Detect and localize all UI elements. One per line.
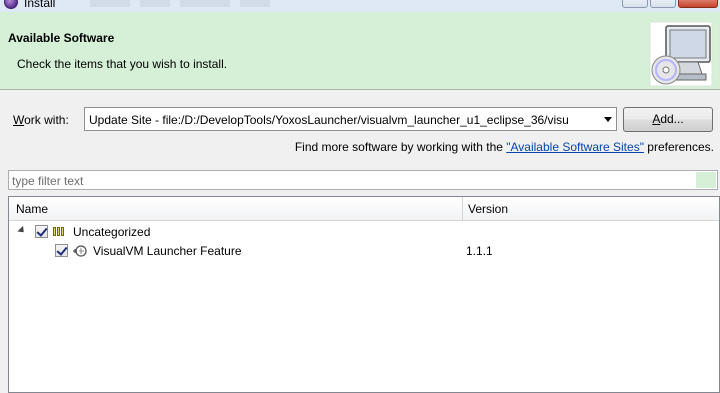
- title-bar: Install: [0, 0, 720, 12]
- clear-filter-icon[interactable]: [696, 172, 716, 188]
- row-label: VisualVM Launcher Feature: [93, 244, 242, 258]
- column-header-name[interactable]: Name: [9, 197, 463, 220]
- work-with-value: Update Site - file:/D:/DevelopTools/Yoxo…: [89, 113, 569, 127]
- banner-heading: Available Software: [8, 31, 115, 45]
- available-software-sites-link[interactable]: "Available Software Sites": [506, 140, 644, 154]
- add-button[interactable]: Add...: [623, 107, 713, 132]
- table-row[interactable]: Uncategorized: [9, 222, 719, 242]
- software-tree[interactable]: Name Version Uncategorized VisualVM Laun…: [8, 196, 720, 393]
- category-icon: [53, 226, 67, 237]
- find-more-text: Find more software by working with the "…: [294, 140, 714, 154]
- feature-plug-icon: [73, 245, 87, 257]
- row-checkbox[interactable]: [35, 225, 48, 238]
- monitor-cd-icon: [649, 21, 713, 87]
- banner-description: Check the items that you wish to install…: [17, 57, 228, 71]
- title-bar-ghost: [90, 0, 130, 7]
- row-version: 1.1.1: [466, 244, 493, 258]
- row-checkbox[interactable]: [55, 244, 68, 257]
- eclipse-icon: [4, 0, 18, 9]
- title-bar-ghost: [140, 0, 170, 7]
- minimize-button[interactable]: [622, 0, 648, 8]
- row-label: Uncategorized: [73, 225, 151, 239]
- header-banner: Available Software Check the items that …: [0, 12, 720, 90]
- chevron-down-icon[interactable]: [604, 117, 612, 122]
- maximize-button[interactable]: [650, 0, 676, 8]
- window-title: Install: [24, 0, 56, 10]
- work-with-combo[interactable]: Update Site - file:/D:/DevelopTools/Yoxo…: [84, 107, 617, 131]
- title-bar-ghost: [240, 0, 270, 7]
- work-with-label: Work with:: [13, 113, 69, 127]
- filter-input[interactable]: type filter text: [8, 170, 718, 190]
- table-row[interactable]: VisualVM Launcher Feature 1.1.1: [9, 241, 719, 261]
- table-header: Name Version: [9, 197, 719, 221]
- close-button[interactable]: [678, 0, 718, 8]
- filter-placeholder: type filter text: [12, 174, 84, 188]
- expand-triangle-icon[interactable]: [17, 225, 27, 236]
- column-header-version[interactable]: Version: [463, 197, 719, 220]
- title-bar-ghost: [180, 0, 230, 7]
